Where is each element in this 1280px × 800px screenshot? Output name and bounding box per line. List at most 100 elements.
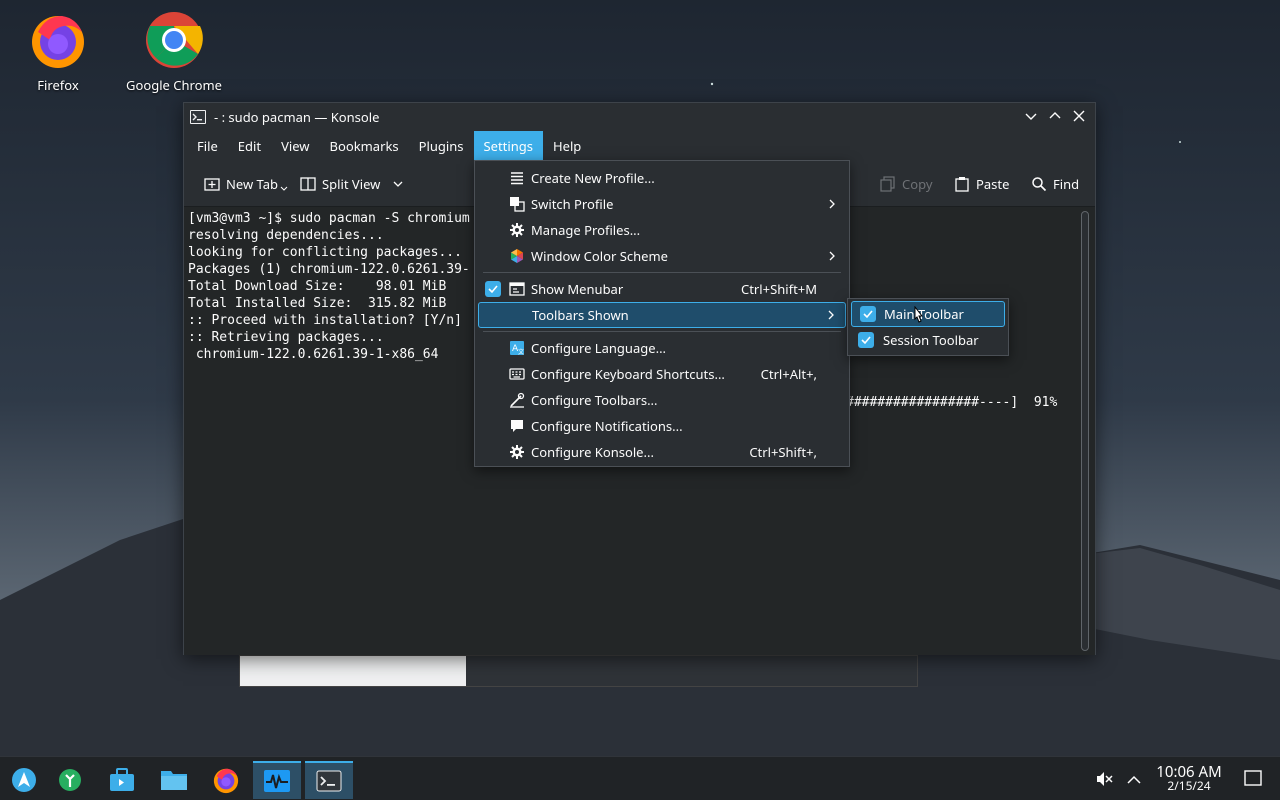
desktop-icon-firefox[interactable]: Firefox — [8, 10, 108, 94]
menu-view[interactable]: View — [271, 131, 319, 161]
menu-item-label: Create New Profile... — [531, 169, 655, 187]
gear-icon — [509, 222, 525, 238]
menu-item-shortcut: Ctrl+Shift+M — [741, 280, 817, 298]
task-file-manager[interactable] — [150, 761, 198, 799]
list-icon — [509, 170, 525, 186]
arch-logo-icon — [12, 768, 36, 792]
submenu-item-session-toolbar[interactable]: Session Toolbar — [848, 327, 1008, 353]
menu-item-show-menubar[interactable]: Show Menubar Ctrl+Shift+M — [475, 276, 849, 302]
copy-label: Copy — [902, 175, 933, 193]
window-title: - : sudo pacman — Konsole — [214, 108, 380, 126]
task-system-monitor[interactable] — [253, 761, 301, 799]
paste-label: Paste — [976, 175, 1010, 193]
digital-clock[interactable]: 10:06 AM 2/15/24 — [1150, 765, 1228, 793]
configure-toolbars-icon — [509, 392, 525, 408]
chevron-down-icon — [280, 186, 288, 191]
keyboard-icon — [509, 366, 525, 382]
menu-item-configure-language[interactable]: A文 Configure Language... — [475, 335, 849, 361]
menu-item-shortcut: Ctrl+Alt+, — [760, 365, 817, 383]
menu-edit[interactable]: Edit — [228, 131, 271, 161]
menu-item-label: Configure Konsole... — [531, 443, 654, 461]
chevron-down-icon — [1025, 113, 1037, 120]
toolbars-submenu: Main Toolbar Session Toolbar — [847, 298, 1009, 356]
menu-item-configure-konsole[interactable]: Configure Konsole... Ctrl+Shift+, — [475, 439, 849, 465]
menu-help[interactable]: Help — [543, 131, 591, 161]
new-tab-icon — [204, 178, 220, 191]
menu-item-toolbars-shown[interactable]: Toolbars Shown — [478, 302, 846, 328]
chevron-right-icon — [827, 247, 837, 265]
terminal-scrollbar[interactable] — [1081, 211, 1089, 651]
new-tab-label: New Tab — [226, 175, 279, 193]
show-desktop-button[interactable] — [1244, 770, 1262, 790]
task-firefox[interactable] — [202, 761, 250, 799]
menu-item-label: Configure Keyboard Shortcuts... — [531, 365, 725, 383]
check-icon — [488, 285, 498, 294]
menu-item-switch-profile[interactable]: Switch Profile — [475, 191, 849, 217]
color-scheme-icon — [509, 248, 525, 264]
menu-item-label: Configure Toolbars... — [531, 391, 658, 409]
checkbox-checked[interactable] — [858, 332, 874, 348]
background-window-panel — [240, 656, 466, 686]
search-icon — [1032, 177, 1047, 192]
menu-item-configure-keyboard-shortcuts[interactable]: Configure Keyboard Shortcuts... Ctrl+Alt… — [475, 361, 849, 387]
menu-item-window-color-scheme[interactable]: Window Color Scheme — [475, 243, 849, 269]
chevron-down-icon — [393, 181, 403, 187]
task-store[interactable] — [98, 761, 146, 799]
split-view-button[interactable]: Split View — [294, 169, 410, 199]
konsole-icon — [316, 770, 342, 792]
menu-item-label: Configure Language... — [531, 339, 667, 357]
firefox-icon — [213, 768, 239, 794]
system-settings-icon — [59, 769, 81, 791]
menu-item-label: Toolbars Shown — [532, 306, 629, 324]
menu-separator — [483, 331, 841, 332]
mouse-cursor — [914, 306, 924, 323]
paste-button[interactable]: Paste — [948, 169, 1015, 199]
maximize-button[interactable] — [1047, 108, 1063, 124]
chrome-icon — [146, 12, 203, 68]
menu-item-create-new-profile[interactable]: Create New Profile... — [475, 165, 849, 191]
menu-settings[interactable]: Settings — [473, 131, 543, 161]
split-view-icon — [300, 177, 316, 191]
menu-item-label: Switch Profile — [531, 195, 614, 213]
chevron-right-icon — [827, 195, 837, 213]
progress-tail: #################----] 91% — [846, 395, 1058, 410]
chevron-up-icon — [1049, 112, 1061, 119]
background-window[interactable] — [239, 655, 918, 687]
volume-muted-button[interactable] — [1096, 771, 1114, 791]
checkbox-checked[interactable] — [485, 281, 501, 297]
find-label: Find — [1053, 175, 1080, 193]
menu-item-manage-profiles[interactable]: Manage Profiles... — [475, 217, 849, 243]
gear-icon — [509, 444, 525, 460]
desktop-icon-label: Google Chrome — [126, 76, 222, 94]
copy-button[interactable]: Copy — [874, 169, 938, 199]
submenu-item-label: Session Toolbar — [883, 331, 979, 349]
paste-icon — [955, 177, 969, 192]
store-icon — [110, 768, 134, 791]
title-bar[interactable]: - : sudo pacman — Konsole — [184, 103, 1095, 131]
konsole-icon — [190, 110, 206, 124]
folder-icon — [161, 771, 187, 790]
find-button[interactable]: Find — [1025, 169, 1085, 199]
task-discover[interactable] — [46, 761, 94, 799]
minimize-button[interactable] — [1023, 108, 1039, 124]
firefox-icon — [32, 16, 84, 68]
close-button[interactable] — [1071, 108, 1087, 124]
application-launcher[interactable] — [0, 761, 48, 799]
desktop-icon-chrome[interactable]: Google Chrome — [124, 10, 224, 94]
menu-bookmarks[interactable]: Bookmarks — [320, 131, 409, 161]
switch-profile-icon — [509, 196, 525, 212]
menu-item-configure-toolbars[interactable]: Configure Toolbars... — [475, 387, 849, 413]
menu-item-label: Window Color Scheme — [531, 247, 668, 265]
menu-file[interactable]: File — [187, 131, 228, 161]
system-tray-expand-button[interactable] — [1127, 772, 1141, 790]
menu-plugins[interactable]: Plugins — [409, 131, 474, 161]
new-tab-button[interactable]: New Tab — [198, 169, 294, 199]
menu-item-configure-notifications[interactable]: Configure Notifications... — [475, 413, 849, 439]
task-konsole[interactable] — [305, 761, 353, 799]
checkbox-checked[interactable] — [860, 306, 876, 322]
check-icon — [861, 336, 871, 345]
menubar-icon — [509, 281, 525, 297]
chevron-up-icon — [1127, 775, 1141, 784]
submenu-item-main-toolbar[interactable]: Main Toolbar — [851, 301, 1005, 327]
close-icon — [1073, 110, 1085, 122]
